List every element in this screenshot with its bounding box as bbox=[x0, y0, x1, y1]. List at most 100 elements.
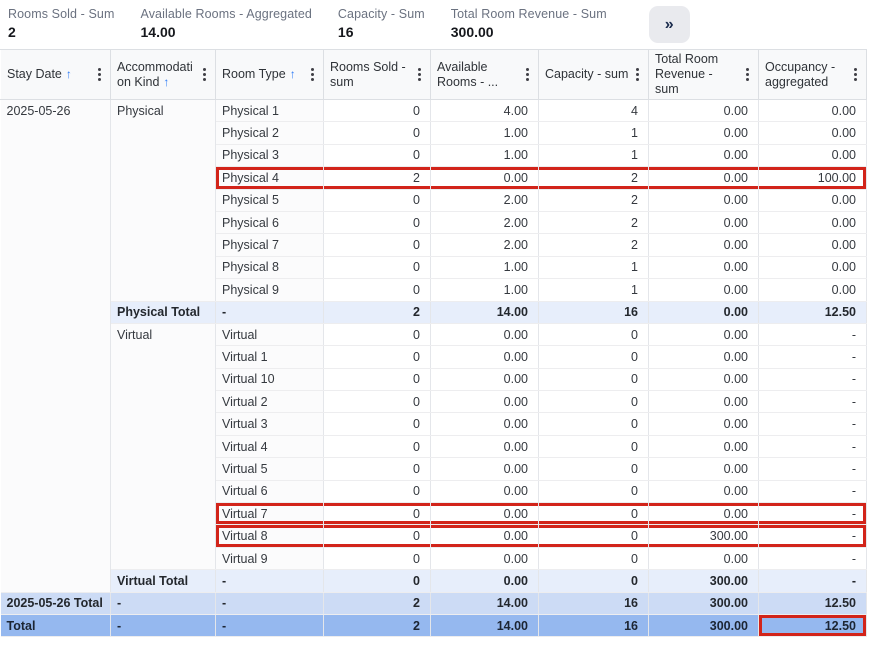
column-menu-icon[interactable] bbox=[93, 66, 106, 83]
revenue-cell[interactable]: 0.00 bbox=[649, 391, 759, 413]
revenue-cell[interactable]: 0.00 bbox=[649, 458, 759, 480]
capacity-cell[interactable]: 16 bbox=[539, 301, 649, 323]
stay-date-cell[interactable]: 2025-05-26 Total bbox=[1, 592, 111, 614]
occupancy-cell[interactable]: 12.50 bbox=[759, 614, 867, 636]
room-type-cell[interactable]: Virtual 9 bbox=[216, 547, 324, 569]
sort-ascending-icon[interactable]: ↑ bbox=[163, 75, 169, 89]
column-menu-icon[interactable] bbox=[849, 66, 862, 83]
room-type-cell[interactable]: Physical 3 bbox=[216, 144, 324, 166]
revenue-cell[interactable]: 0.00 bbox=[649, 167, 759, 189]
occupancy-cell[interactable]: 0.00 bbox=[759, 189, 867, 211]
revenue-cell[interactable]: 0.00 bbox=[649, 100, 759, 122]
occupancy-cell[interactable]: - bbox=[759, 547, 867, 569]
revenue-cell[interactable]: 0.00 bbox=[649, 346, 759, 368]
column-menu-icon[interactable] bbox=[741, 66, 754, 83]
available-rooms-cell[interactable]: 0.00 bbox=[431, 480, 539, 502]
room-type-cell[interactable]: Virtual bbox=[216, 323, 324, 345]
available-rooms-cell[interactable]: 2.00 bbox=[431, 189, 539, 211]
room-type-cell[interactable]: Physical 1 bbox=[216, 100, 324, 122]
occupancy-cell[interactable]: 12.50 bbox=[759, 301, 867, 323]
capacity-cell[interactable]: 16 bbox=[539, 592, 649, 614]
capacity-cell[interactable]: 0 bbox=[539, 570, 649, 592]
rooms-sold-cell[interactable]: 0 bbox=[324, 391, 431, 413]
revenue-cell[interactable]: 0.00 bbox=[649, 256, 759, 278]
occupancy-cell[interactable]: - bbox=[759, 503, 867, 525]
stay-date-cell[interactable]: 2025-05-26 bbox=[1, 100, 111, 593]
capacity-cell[interactable]: 0 bbox=[539, 547, 649, 569]
available-rooms-cell[interactable]: 1.00 bbox=[431, 256, 539, 278]
available-rooms-cell[interactable]: 14.00 bbox=[431, 592, 539, 614]
occupancy-cell[interactable]: 0.00 bbox=[759, 279, 867, 301]
occupancy-cell[interactable]: - bbox=[759, 570, 867, 592]
available-rooms-cell[interactable]: 2.00 bbox=[431, 234, 539, 256]
column-header-capacity-sum[interactable]: Capacity - sum bbox=[539, 50, 649, 100]
room-type-cell[interactable]: Virtual 5 bbox=[216, 458, 324, 480]
capacity-cell[interactable]: 4 bbox=[539, 100, 649, 122]
capacity-cell[interactable]: 0 bbox=[539, 525, 649, 547]
capacity-cell[interactable]: 1 bbox=[539, 279, 649, 301]
room-type-cell[interactable]: - bbox=[216, 592, 324, 614]
column-header-accommodation-kind[interactable]: Accommodation Kind↑ bbox=[111, 50, 216, 100]
revenue-cell[interactable]: 0.00 bbox=[649, 301, 759, 323]
occupancy-cell[interactable]: - bbox=[759, 391, 867, 413]
revenue-cell[interactable]: 300.00 bbox=[649, 614, 759, 636]
capacity-cell[interactable]: 1 bbox=[539, 256, 649, 278]
room-type-cell[interactable]: - bbox=[216, 301, 324, 323]
occupancy-cell[interactable]: 12.50 bbox=[759, 592, 867, 614]
column-header-available-rooms[interactable]: Available Rooms - ... bbox=[431, 50, 539, 100]
available-rooms-cell[interactable]: 4.00 bbox=[431, 100, 539, 122]
column-menu-icon[interactable] bbox=[631, 66, 644, 83]
revenue-cell[interactable]: 0.00 bbox=[649, 413, 759, 435]
rooms-sold-cell[interactable]: 0 bbox=[324, 458, 431, 480]
available-rooms-cell[interactable]: 0.00 bbox=[431, 391, 539, 413]
room-type-cell[interactable]: Virtual 1 bbox=[216, 346, 324, 368]
rooms-sold-cell[interactable]: 0 bbox=[324, 413, 431, 435]
occupancy-cell[interactable]: 0.00 bbox=[759, 256, 867, 278]
room-type-cell[interactable]: Virtual 4 bbox=[216, 435, 324, 457]
capacity-cell[interactable]: 0 bbox=[539, 413, 649, 435]
room-type-cell[interactable]: Virtual 10 bbox=[216, 368, 324, 390]
capacity-cell[interactable]: 0 bbox=[539, 480, 649, 502]
revenue-cell[interactable]: 0.00 bbox=[649, 122, 759, 144]
rooms-sold-cell[interactable]: 0 bbox=[324, 122, 431, 144]
column-header-total-room-revenue-sum[interactable]: Total Room Revenue - sum bbox=[649, 50, 759, 100]
rooms-sold-cell[interactable]: 0 bbox=[324, 346, 431, 368]
available-rooms-cell[interactable]: 0.00 bbox=[431, 323, 539, 345]
capacity-cell[interactable]: 0 bbox=[539, 346, 649, 368]
room-type-cell[interactable]: Virtual 8 bbox=[216, 525, 324, 547]
revenue-cell[interactable]: 0.00 bbox=[649, 435, 759, 457]
available-rooms-cell[interactable]: 0.00 bbox=[431, 167, 539, 189]
revenue-cell[interactable]: 0.00 bbox=[649, 234, 759, 256]
capacity-cell[interactable]: 1 bbox=[539, 144, 649, 166]
rooms-sold-cell[interactable]: 2 bbox=[324, 167, 431, 189]
column-header-occupancy-aggregated[interactable]: Occupancy - aggregated bbox=[759, 50, 867, 100]
room-type-cell[interactable]: Virtual 6 bbox=[216, 480, 324, 502]
revenue-cell[interactable]: 300.00 bbox=[649, 525, 759, 547]
available-rooms-cell[interactable]: 0.00 bbox=[431, 458, 539, 480]
occupancy-cell[interactable]: - bbox=[759, 413, 867, 435]
capacity-cell[interactable]: 16 bbox=[539, 614, 649, 636]
capacity-cell[interactable]: 1 bbox=[539, 122, 649, 144]
room-type-cell[interactable]: Physical 8 bbox=[216, 256, 324, 278]
rooms-sold-cell[interactable]: 0 bbox=[324, 547, 431, 569]
occupancy-cell[interactable]: 0.00 bbox=[759, 100, 867, 122]
revenue-cell[interactable]: 0.00 bbox=[649, 323, 759, 345]
occupancy-cell[interactable]: - bbox=[759, 346, 867, 368]
room-type-cell[interactable]: Virtual 3 bbox=[216, 413, 324, 435]
room-type-cell[interactable]: Physical 5 bbox=[216, 189, 324, 211]
rooms-sold-cell[interactable]: 0 bbox=[324, 279, 431, 301]
revenue-cell[interactable]: 0.00 bbox=[649, 279, 759, 301]
available-rooms-cell[interactable]: 1.00 bbox=[431, 122, 539, 144]
rooms-sold-cell[interactable]: 0 bbox=[324, 256, 431, 278]
rooms-sold-cell[interactable]: 0 bbox=[324, 144, 431, 166]
capacity-cell[interactable]: 2 bbox=[539, 234, 649, 256]
available-rooms-cell[interactable]: 0.00 bbox=[431, 525, 539, 547]
available-rooms-cell[interactable]: 0.00 bbox=[431, 368, 539, 390]
revenue-cell[interactable]: 0.00 bbox=[649, 211, 759, 233]
available-rooms-cell[interactable]: 0.00 bbox=[431, 346, 539, 368]
rooms-sold-cell[interactable]: 0 bbox=[324, 480, 431, 502]
capacity-cell[interactable]: 2 bbox=[539, 189, 649, 211]
revenue-cell[interactable]: 300.00 bbox=[649, 592, 759, 614]
occupancy-cell[interactable]: - bbox=[759, 458, 867, 480]
accommodation-kind-cell[interactable]: Physical Total bbox=[111, 301, 216, 323]
